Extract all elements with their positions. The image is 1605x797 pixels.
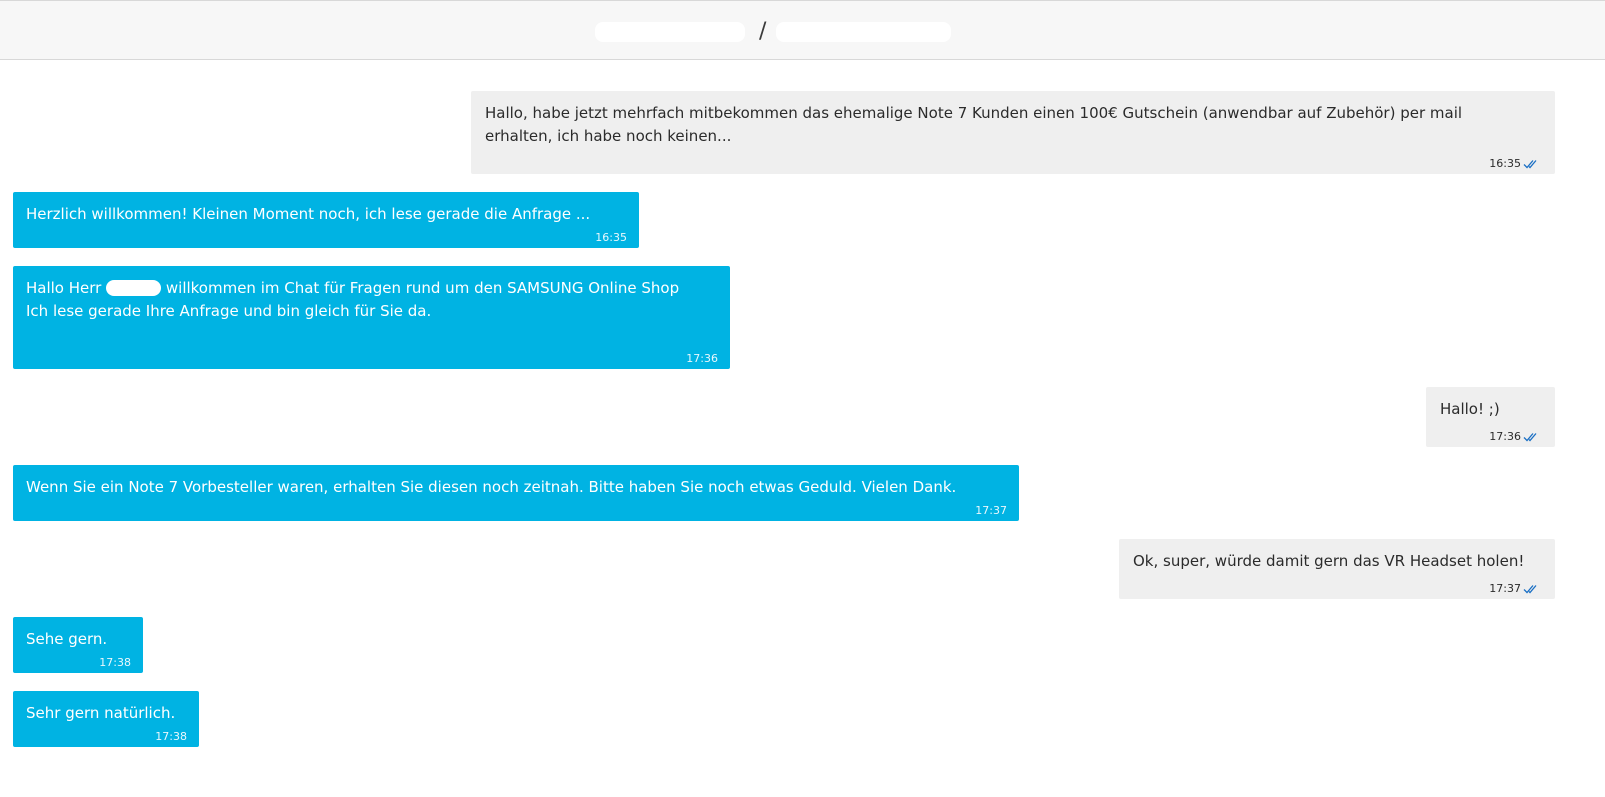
message-meta: 17:38 [99, 657, 131, 669]
message-incoming: Sehe gern. 17:38 [13, 617, 143, 673]
message-incoming: Wenn Sie ein Note 7 Vorbesteller waren, … [13, 465, 1019, 521]
message-time: 17:37 [1489, 582, 1521, 595]
message-outgoing: Hallo, habe jetzt mehrfach mitbekommen d… [471, 91, 1555, 174]
double-check-icon [1523, 433, 1537, 442]
message-meta: 17:36 [1489, 431, 1541, 443]
message-time: 17:36 [686, 352, 718, 365]
message-text: Hallo! ;) [1440, 400, 1500, 418]
redacted-customer-name [106, 280, 162, 296]
message-meta: 17:36 [686, 353, 718, 365]
message-incoming: Herzlich willkommen! Kleinen Moment noch… [13, 192, 639, 248]
chat-header: / [0, 0, 1605, 60]
message-time: 16:35 [595, 231, 627, 244]
message-text-before: Hallo Herr [26, 279, 107, 297]
message-outgoing: Hallo! ;) 17:36 [1426, 387, 1555, 447]
message-text: Herzlich willkommen! Kleinen Moment noch… [26, 205, 591, 223]
message-text: Hallo, habe jetzt mehrfach mitbekommen d… [485, 104, 1463, 145]
message-meta: 17:37 [1489, 583, 1541, 595]
redacted-chat-id [776, 22, 952, 42]
message-meta: 16:35 [595, 232, 627, 244]
message-time: 17:38 [155, 730, 187, 743]
message-incoming: Sehr gern natürlich. 17:38 [13, 691, 199, 747]
message-time: 16:35 [1489, 157, 1521, 170]
message-meta: 17:38 [155, 731, 187, 743]
message-text: Wenn Sie ein Note 7 Vorbesteller waren, … [26, 478, 957, 496]
message-text: Sehr gern natürlich. [26, 704, 176, 722]
message-meta: 17:37 [975, 505, 1007, 517]
message-outgoing: Ok, super, würde damit gern das VR Heads… [1119, 539, 1555, 599]
message-incoming: Hallo Herr willkommen im Chat für Fragen… [13, 266, 730, 369]
double-check-icon [1523, 585, 1537, 594]
chat-header-title: / [595, 19, 952, 44]
message-list[interactable]: Hallo, habe jetzt mehrfach mitbekommen d… [0, 61, 1605, 797]
redacted-agent-name [595, 22, 745, 42]
message-time: 17:36 [1489, 430, 1521, 443]
message-time: 17:37 [975, 504, 1007, 517]
message-text: Hallo Herr willkommen im Chat für Fragen… [26, 277, 718, 323]
message-time: 17:38 [99, 656, 131, 669]
header-separator: / [759, 19, 767, 44]
message-meta: 16:35 [1489, 158, 1541, 170]
message-text: Sehe gern. [26, 630, 108, 648]
double-check-icon [1523, 160, 1537, 169]
message-text: Ok, super, würde damit gern das VR Heads… [1133, 552, 1525, 570]
